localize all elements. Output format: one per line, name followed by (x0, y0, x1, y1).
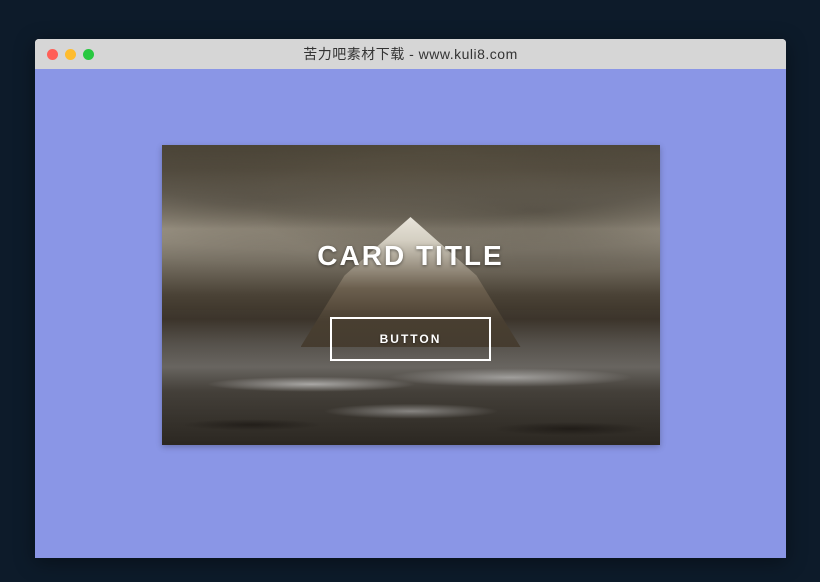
viewport: CARD TITLE BUTTON (35, 69, 786, 558)
close-icon[interactable] (47, 49, 58, 60)
window-title: 苦力吧素材下载 - www.kuli8.com (35, 44, 786, 64)
browser-window: 苦力吧素材下载 - www.kuli8.com CARD TITLE BUTTO… (35, 39, 786, 558)
titlebar: 苦力吧素材下载 - www.kuli8.com (35, 39, 786, 69)
card-overlay: CARD TITLE BUTTON (162, 145, 660, 445)
card-button[interactable]: BUTTON (330, 317, 492, 361)
maximize-icon[interactable] (83, 49, 94, 60)
card-title: CARD TITLE (317, 240, 503, 272)
minimize-icon[interactable] (65, 49, 76, 60)
traffic-lights (47, 49, 94, 60)
card[interactable]: CARD TITLE BUTTON (162, 145, 660, 445)
